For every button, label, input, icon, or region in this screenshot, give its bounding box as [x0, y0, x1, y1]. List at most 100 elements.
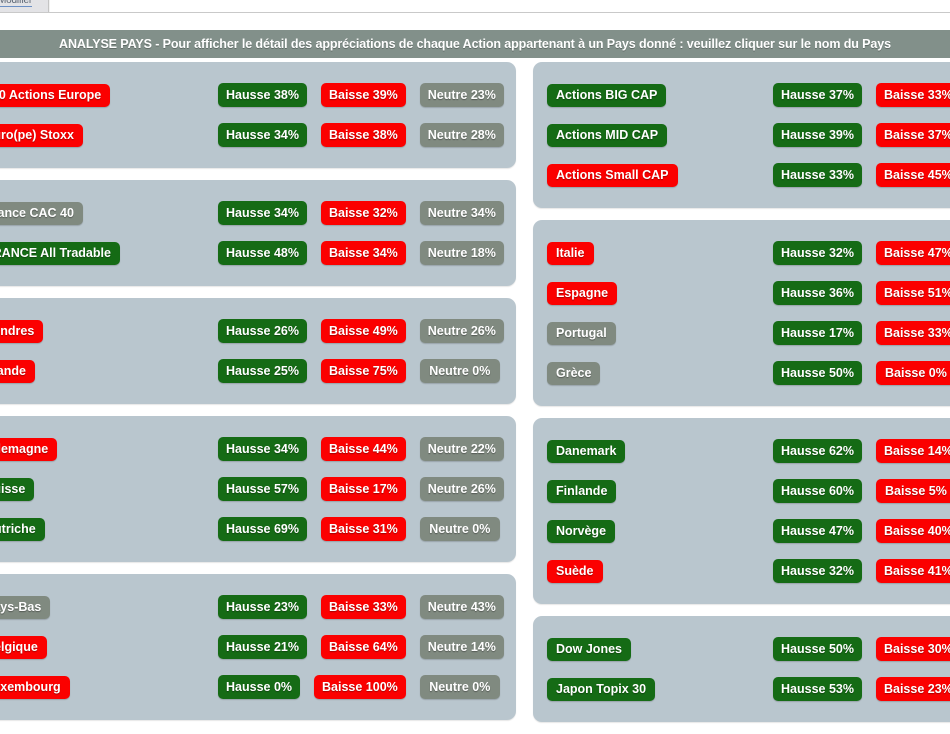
- country-link-danemark[interactable]: Danemark: [547, 439, 626, 463]
- hausse-badge: Hausse 36%: [773, 281, 862, 305]
- left-group-2: France CAC 40 Hausse 34% Baisse 32% Neutre …: [0, 180, 516, 286]
- country-link-allemagne[interactable]: Allemagne: [0, 437, 58, 461]
- neutre-badge: Neutre 43%: [419, 595, 504, 619]
- left-group-5: Pays-Bas Hausse 23% Baisse 33% Neutre 43% Be…: [0, 574, 516, 720]
- baisse-badge: Baisse 23%: [875, 677, 950, 701]
- table-row: FRANCE All Tradable Hausse 48% Baisse 34% N…: [0, 233, 516, 273]
- baisse-badge: Baisse 44%: [320, 437, 406, 461]
- baisse-badge: Baisse 31%: [320, 517, 406, 541]
- table-row: 650 Actions Europe Hausse 38% Baisse 39% Ne…: [0, 75, 516, 115]
- neutre-badge: Neutre 0%: [419, 517, 500, 541]
- country-link-suede[interactable]: Suède: [547, 559, 603, 583]
- hausse-badge: Hausse 0%: [218, 675, 301, 699]
- country-link-pays-bas[interactable]: Pays-Bas: [0, 595, 51, 619]
- country-link-650-actions-europe[interactable]: 650 Actions Europe: [0, 83, 111, 107]
- neutre-badge: Neutre 0%: [419, 675, 500, 699]
- browser-tab[interactable]: Modifier: [0, 0, 49, 12]
- table-row: Luxembourg Hausse 0% Baisse 100% Neutre 0%: [0, 667, 516, 707]
- stat-badges: Hausse 33% Baisse 45%: [773, 163, 950, 187]
- country-link-actions-small-cap[interactable]: Actions Small CAP: [547, 163, 678, 187]
- analysis-board: 650 Actions Europe Hausse 38% Baisse 39% Ne…: [0, 62, 950, 722]
- stat-badges: Hausse 34% Baisse 38% Neutre 28%: [218, 123, 504, 147]
- stat-badges: Hausse 17% Baisse 33%: [773, 321, 950, 345]
- table-row: Finlande Hausse 60% Baisse 5%: [533, 471, 950, 511]
- table-row: Euro(pe) Stoxx Hausse 34% Baisse 38% Neutre…: [0, 115, 516, 155]
- table-row: Dow Jones Hausse 50% Baisse 30%: [533, 629, 950, 669]
- country-link-euro-pe-stoxx[interactable]: Euro(pe) Stoxx: [0, 123, 83, 147]
- analyse-pays-banner: ANALYSE PAYS - Pour afficher le détail d…: [0, 30, 950, 58]
- stat-badges: Hausse 23% Baisse 33% Neutre 43%: [218, 595, 504, 619]
- hausse-badge: Hausse 23%: [218, 595, 307, 619]
- baisse-badge: Baisse 49%: [320, 319, 406, 343]
- baisse-badge: Baisse 37%: [875, 123, 950, 147]
- baisse-badge: Baisse 47%: [875, 241, 950, 265]
- country-link-grece[interactable]: Grèce: [547, 361, 601, 385]
- country-link-japon-topix-30[interactable]: Japon Topix 30: [547, 677, 656, 701]
- country-link-londres[interactable]: Londres: [0, 319, 44, 343]
- stat-badges: Hausse 50% Baisse 30%: [773, 637, 950, 661]
- right-group-3: Danemark Hausse 62% Baisse 14% Finlande Haus…: [533, 418, 950, 604]
- stat-badges: Hausse 50% Baisse 0%: [773, 361, 950, 385]
- table-row: Suède Hausse 32% Baisse 41%: [533, 551, 950, 591]
- baisse-badge: Baisse 64%: [320, 635, 406, 659]
- country-link-italie[interactable]: Italie: [547, 241, 594, 265]
- stat-badges: Hausse 0% Baisse 100% Neutre 0%: [218, 675, 500, 699]
- hausse-badge: Hausse 47%: [773, 519, 862, 543]
- baisse-badge: Baisse 38%: [320, 123, 406, 147]
- country-link-suisse[interactable]: Suisse: [0, 477, 35, 501]
- hausse-badge: Hausse 33%: [773, 163, 862, 187]
- country-link-actions-big-cap[interactable]: Actions BIG CAP: [547, 83, 667, 107]
- stat-badges: Hausse 60% Baisse 5%: [773, 479, 950, 503]
- hausse-badge: Hausse 37%: [773, 83, 862, 107]
- country-link-irlande[interactable]: Irlande: [0, 359, 35, 383]
- banner-title-text: ANALYSE PAYS - Pour afficher le détail d…: [59, 37, 891, 51]
- hausse-badge: Hausse 21%: [218, 635, 307, 659]
- country-link-norvege[interactable]: Norvège: [547, 519, 616, 543]
- country-link-france-cac-40[interactable]: France CAC 40: [0, 201, 83, 225]
- baisse-badge: Baisse 33%: [875, 83, 950, 107]
- stat-badges: Hausse 53% Baisse 23%: [773, 677, 950, 701]
- country-link-portugal[interactable]: Portugal: [547, 321, 616, 345]
- baisse-badge: Baisse 34%: [320, 241, 406, 265]
- stat-badges: Hausse 48% Baisse 34% Neutre 18%: [218, 241, 504, 265]
- stat-badges: Hausse 37% Baisse 33%: [773, 83, 950, 107]
- baisse-badge: Baisse 33%: [875, 321, 950, 345]
- country-link-france-all-tradable[interactable]: FRANCE All Tradable: [0, 241, 120, 265]
- country-link-finlande[interactable]: Finlande: [547, 479, 617, 503]
- neutre-badge: Neutre 23%: [419, 83, 504, 107]
- hausse-badge: Hausse 38%: [218, 83, 307, 107]
- hausse-badge: Hausse 50%: [773, 361, 862, 385]
- stat-badges: Hausse 57% Baisse 17% Neutre 26%: [218, 477, 504, 501]
- stat-badges: Hausse 32% Baisse 41%: [773, 559, 950, 583]
- stat-badges: Hausse 36% Baisse 51%: [773, 281, 950, 305]
- baisse-badge: Baisse 40%: [875, 519, 950, 543]
- baisse-badge: Baisse 41%: [875, 559, 950, 583]
- hausse-badge: Hausse 34%: [218, 201, 307, 225]
- hausse-badge: Hausse 34%: [218, 123, 307, 147]
- table-row: Italie Hausse 32% Baisse 47%: [533, 233, 950, 273]
- right-group-1: Actions BIG CAP Hausse 37% Baisse 33% Actio…: [533, 62, 950, 208]
- table-row: Actions Small CAP Hausse 33% Baisse 45%: [533, 155, 950, 195]
- table-row: Actions MID CAP Hausse 39% Baisse 37%: [533, 115, 950, 155]
- country-link-belgique[interactable]: Belgique: [0, 635, 47, 659]
- table-row: Autriche Hausse 69% Baisse 31% Neutre 0%: [0, 509, 516, 549]
- country-link-espagne[interactable]: Espagne: [547, 281, 618, 305]
- table-row: Espagne Hausse 36% Baisse 51%: [533, 273, 950, 313]
- country-link-luxembourg[interactable]: Luxembourg: [0, 675, 70, 699]
- country-link-dow-jones[interactable]: Dow Jones: [547, 637, 631, 661]
- baisse-badge: Baisse 17%: [320, 477, 406, 501]
- table-row: Allemagne Hausse 34% Baisse 44% Neutre 22%: [0, 429, 516, 469]
- country-link-autriche[interactable]: Autriche: [0, 517, 45, 541]
- browser-tab-label: Modifier: [0, 0, 32, 7]
- neutre-badge: Neutre 22%: [419, 437, 504, 461]
- baisse-badge: Baisse 51%: [875, 281, 950, 305]
- neutre-badge: Neutre 26%: [419, 319, 504, 343]
- stat-badges: Hausse 26% Baisse 49% Neutre 26%: [218, 319, 504, 343]
- baisse-badge: Baisse 14%: [875, 439, 950, 463]
- table-row: Irlande Hausse 25% Baisse 75% Neutre 0%: [0, 351, 516, 391]
- country-link-actions-mid-cap[interactable]: Actions MID CAP: [547, 123, 668, 147]
- hausse-badge: Hausse 69%: [218, 517, 307, 541]
- browser-chrome-blank-area: [50, 0, 950, 12]
- baisse-badge: Baisse 0%: [875, 361, 950, 385]
- baisse-badge: Baisse 75%: [320, 359, 406, 383]
